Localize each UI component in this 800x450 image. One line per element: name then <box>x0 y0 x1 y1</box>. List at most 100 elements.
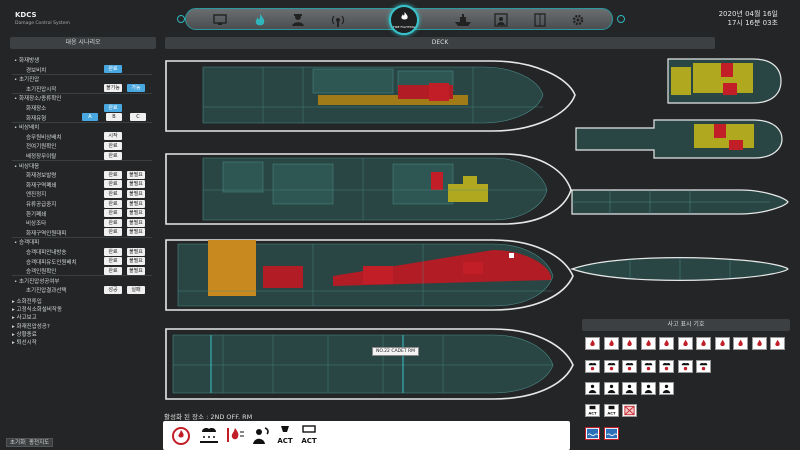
legend-fire-icon[interactable] <box>714 337 730 350</box>
legend-hazard-icon[interactable] <box>603 360 619 373</box>
legend-fire-icon[interactable] <box>659 337 674 350</box>
nav-broadcast-icon[interactable] <box>326 12 350 28</box>
main-nav-bar: FIRE FIGHTING <box>185 5 613 35</box>
scenario-action-button[interactable]: 가능 <box>127 84 145 93</box>
legend-fire-icon[interactable] <box>603 337 619 350</box>
scenario-action-button[interactable]: 완료 <box>104 199 122 208</box>
collapsed-scenario-item[interactable]: ▸ 상황종료 <box>12 330 37 338</box>
scenario-item-label: 승객대피안내방송 <box>26 250 67 256</box>
nav-fire-icon[interactable] <box>248 12 272 28</box>
legend-water-icon[interactable] <box>603 427 619 440</box>
scenario-action-button[interactable]: 불필요 <box>127 228 145 237</box>
act-icon[interactable]: ACT <box>273 424 297 446</box>
scenario-action-button[interactable]: 완료 <box>104 65 122 74</box>
act-drone-icon[interactable]: ACT <box>297 424 321 446</box>
scenario-action-button[interactable]: B <box>106 113 122 122</box>
scenario-action-button[interactable]: 완료 <box>104 247 122 256</box>
legend-fire-icon[interactable] <box>677 337 693 350</box>
nav-firefighter-icon[interactable] <box>286 12 310 28</box>
fire-fighting-icon <box>401 12 408 20</box>
legend-person-icon[interactable] <box>603 382 619 395</box>
collapsed-scenario-item[interactable]: ▸ 사고보고 <box>12 313 37 321</box>
fire-alarm-icon[interactable] <box>169 424 193 446</box>
scenario-action-button[interactable]: 불필요 <box>127 199 145 208</box>
legend-fire-icon[interactable] <box>585 337 600 350</box>
collapsed-scenario-item[interactable]: ▸ 화재진압성공? <box>12 322 50 330</box>
nav-fire-fighting-button[interactable]: FIRE FIGHTING <box>389 5 419 35</box>
nav-ship-icon[interactable] <box>451 12 475 28</box>
scenario-action-button[interactable]: A <box>82 113 98 122</box>
nav-document-icon[interactable] <box>528 12 552 28</box>
scenario-action-button[interactable]: C <box>130 113 146 122</box>
legend-hazard-icon[interactable] <box>585 360 600 373</box>
scenario-action-button[interactable]: 불필요 <box>127 266 145 275</box>
previous-map-button[interactable]: 종전지도 <box>25 438 54 447</box>
legend-cancel-icon[interactable] <box>622 404 637 417</box>
legend-fire-icon[interactable] <box>640 337 656 350</box>
time-text: 17시 16분 03초 <box>727 19 779 27</box>
scenario-action-button[interactable]: 성공 <box>104 285 122 294</box>
cloud-spray-icon[interactable] <box>197 424 221 446</box>
legend-hazard-icon[interactable] <box>677 360 693 373</box>
legend-hazard-icon[interactable] <box>622 360 637 373</box>
collapsed-scenario-item[interactable]: ▸ 소화전투입 <box>12 297 42 305</box>
legend-fire-icon[interactable] <box>751 337 767 350</box>
legend-act-icon[interactable]: ACT <box>603 404 619 417</box>
scenario-item-label: 화재유형 <box>26 115 47 122</box>
deck-plan-bottom-right[interactable] <box>570 252 790 286</box>
legend-person-icon[interactable] <box>640 382 656 395</box>
deck-plan-3[interactable] <box>163 236 583 316</box>
deck-plan-top-right[interactable] <box>663 57 783 105</box>
scenario-action-button[interactable]: 불필요 <box>127 209 145 218</box>
scenario-action-button[interactable]: 완료 <box>104 209 122 218</box>
legend-person-icon[interactable] <box>659 382 674 395</box>
scenario-action-button[interactable]: 불필요 <box>127 170 145 179</box>
legend-person-icon[interactable] <box>622 382 637 395</box>
legend-fire-icon[interactable] <box>770 337 785 350</box>
legend-fire-icon[interactable] <box>733 337 748 350</box>
scenario-action-button[interactable]: 완료 <box>104 218 122 227</box>
deck-plan-2[interactable] <box>163 150 583 230</box>
scenario-action-button[interactable]: 불필요 <box>127 189 145 198</box>
person-smoke-icon[interactable] <box>249 424 273 446</box>
scenario-action-button[interactable]: 완료 <box>104 141 122 150</box>
divider <box>12 236 152 238</box>
nav-person-card-icon[interactable] <box>489 12 513 28</box>
scenario-action-button[interactable]: 완료 <box>104 266 122 275</box>
scenario-item-label: 승객인원확인 <box>26 269 57 276</box>
scenario-action-button[interactable]: 완료 <box>104 257 122 266</box>
legend-water-icon[interactable] <box>585 427 600 440</box>
legend-act-icon[interactable]: ACT <box>585 404 600 417</box>
scenario-action-button[interactable]: 불필요 <box>127 218 145 227</box>
legend-hazard-icon[interactable] <box>640 360 656 373</box>
scenario-action-button[interactable]: 완료 <box>104 103 122 112</box>
scenario-item-label: 비상조타 <box>26 221 47 228</box>
scenario-item-label: 화재구역인원대피 <box>26 230 67 237</box>
collapsed-scenario-item[interactable]: ▸ 퇴선시작 <box>12 338 37 346</box>
deck-plan-mid-right[interactable] <box>574 118 784 160</box>
scenario-action-button[interactable]: 완료 <box>104 151 122 160</box>
legend-fire-icon[interactable] <box>696 337 711 350</box>
scenario-action-button[interactable]: 완료 <box>104 228 122 237</box>
deck-plan-4[interactable] <box>163 325 583 405</box>
legend-person-icon[interactable] <box>585 382 600 395</box>
nav-gear-icon[interactable] <box>566 12 590 28</box>
scenario-action-button[interactable]: 완료 <box>104 170 122 179</box>
deck-plan-side-right[interactable] <box>570 182 790 222</box>
scenario-action-button[interactable]: 불필요 <box>127 180 145 189</box>
divider <box>12 160 152 162</box>
deck-plan-1[interactable] <box>163 57 583 137</box>
scenario-action-button[interactable]: 완료 <box>104 189 122 198</box>
scenario-action-button[interactable]: 불필요 <box>127 257 145 266</box>
legend-fire-icon[interactable] <box>622 337 637 350</box>
collapsed-scenario-item[interactable]: ▸ 고정식소화설비작동 <box>12 305 62 313</box>
legend-hazard-icon[interactable] <box>696 360 711 373</box>
scenario-action-button[interactable]: 실패 <box>127 285 145 294</box>
legend-hazard-icon[interactable] <box>659 360 674 373</box>
scenario-action-button[interactable]: 완료 <box>104 180 122 189</box>
scenario-action-button[interactable]: 불가능 <box>104 84 122 93</box>
scenario-action-button[interactable]: 불필요 <box>127 247 145 256</box>
scenario-action-button[interactable]: 시작 <box>104 132 122 141</box>
nav-monitor-icon[interactable] <box>208 12 232 28</box>
fire-heat-icon[interactable] <box>223 424 247 446</box>
